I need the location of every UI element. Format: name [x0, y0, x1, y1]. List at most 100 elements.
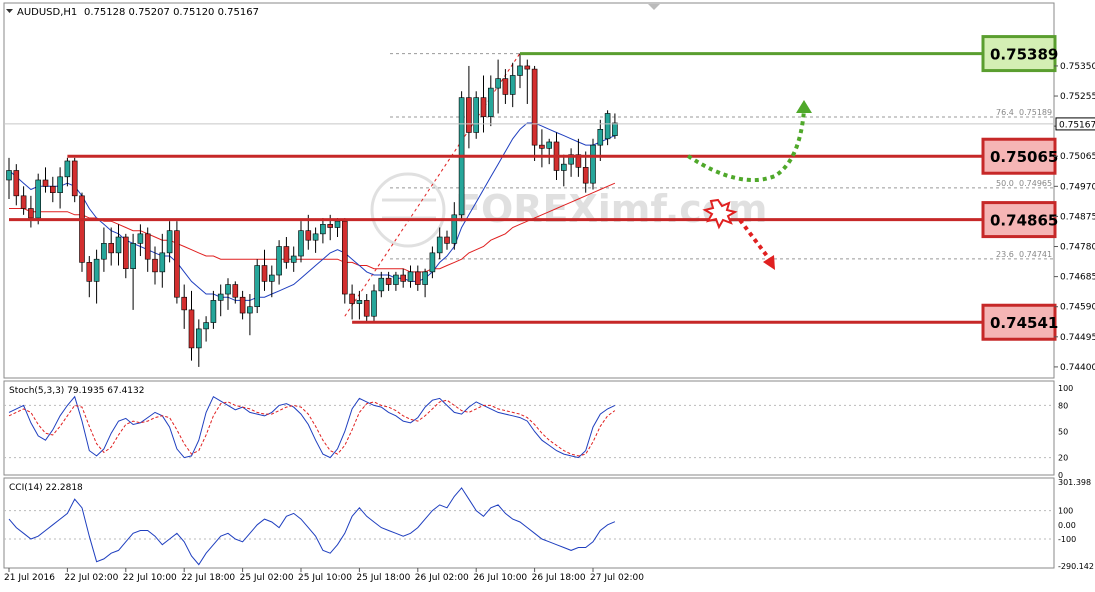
time-tick-label: 26 Jul 02:00 [415, 573, 469, 583]
candle-body [108, 243, 114, 254]
candle-body [166, 230, 173, 254]
candle-body [144, 233, 151, 260]
price-tick-label: 0.75065 [1060, 152, 1095, 162]
time-tick-label: 25 Jul 18:00 [356, 573, 410, 583]
candle-body [137, 233, 144, 244]
candle-body [590, 144, 596, 184]
candle-body [276, 246, 282, 276]
price-tick-label: 0.74875 [1060, 212, 1095, 222]
candle-body [298, 230, 304, 257]
chart-svg[interactable]: FOREXimf.com AUDUSD,H1 0.75128 0.75207 0… [0, 0, 1095, 588]
candle-body [312, 233, 319, 241]
level-label: 0.75065 [990, 148, 1058, 166]
candle-body [473, 97, 480, 133]
level-label: 0.74865 [990, 212, 1058, 230]
candle-body [174, 230, 180, 298]
candle-body [385, 277, 392, 285]
candle-body [254, 265, 260, 308]
candle-body [341, 220, 348, 295]
candle-body [130, 243, 136, 269]
candle-body [305, 230, 312, 241]
ohlc-values: 0.75128 0.75207 0.75120 0.75167 [84, 7, 259, 18]
cci-label: CCI(14) 22.2818 [9, 483, 83, 493]
candle-body [35, 179, 42, 219]
candle-body [378, 277, 385, 292]
stoch-tick-label: 20 [1058, 454, 1068, 463]
candle-body [93, 258, 100, 282]
fib-level-label: 23.6 [996, 250, 1014, 259]
cci-tick-label: -290.142 [1058, 562, 1094, 571]
fib-level-value: 0.74965 [1019, 179, 1052, 188]
candle-body [356, 300, 363, 304]
candle-body [502, 78, 509, 95]
candle-body [407, 271, 414, 282]
fib-level-label: 50.0 [996, 179, 1014, 188]
candle-body [517, 65, 523, 76]
candle-body [349, 293, 355, 304]
candle-body [612, 122, 618, 136]
time-tick-label: 22 Jul 18:00 [181, 573, 235, 583]
candle-body [597, 129, 604, 146]
candle-body [371, 290, 377, 317]
fib-level-value: 0.75189 [1019, 108, 1052, 117]
candle-body [152, 258, 158, 273]
time-tick-label: 26 Jul 10:00 [473, 573, 527, 583]
candle-body [268, 274, 275, 282]
candle-body [20, 195, 27, 209]
candle-body [64, 160, 71, 178]
candle-body [480, 97, 487, 117]
symbol-label: AUDUSD,H1 [17, 7, 77, 18]
stoch-label: Stoch(5,3,3) 79.1935 67.4132 [9, 386, 144, 396]
candle-body [71, 160, 78, 197]
candle-body [444, 236, 450, 244]
candle-body [429, 252, 436, 273]
candle [341, 218, 348, 304]
time-tick-label: 22 Jul 02:00 [64, 573, 118, 583]
candle-body [101, 243, 107, 260]
stoch-tick-label: 80 [1058, 401, 1068, 410]
time-tick-label: 25 Jul 02:00 [240, 573, 294, 583]
chart-window[interactable]: FOREXimf.com AUDUSD,H1 0.75128 0.75207 0… [0, 0, 1095, 588]
candle-body [86, 262, 93, 282]
candle-body [225, 284, 231, 295]
candle-body [57, 176, 63, 193]
candle-body [49, 186, 56, 193]
candle-body [539, 144, 545, 149]
candle-body [604, 113, 611, 140]
candle-body [334, 220, 341, 228]
time-tick-label: 26 Jul 18:00 [532, 573, 586, 583]
candle-body [320, 224, 326, 235]
candle-body [181, 296, 187, 311]
candle-body [196, 328, 202, 349]
candle-body [28, 208, 34, 219]
fib-level-label: 76.4 [996, 108, 1014, 117]
level-label: 0.75389 [990, 46, 1058, 64]
background [0, 0, 1095, 588]
candle-body [217, 293, 224, 301]
candle [590, 138, 596, 190]
candle-body [42, 179, 49, 187]
candle-body [239, 296, 246, 314]
price-tick-label: 0.74400 [1060, 363, 1095, 373]
candle [473, 91, 480, 139]
candle-body [509, 75, 516, 95]
time-tick-label: 22 Jul 10:00 [123, 573, 177, 583]
candle-body [210, 300, 217, 323]
candle-body [546, 141, 553, 149]
candle-body [283, 246, 290, 263]
candle-body [232, 284, 239, 298]
candle-body [414, 271, 421, 285]
candle [71, 157, 78, 203]
candle-body [466, 97, 472, 133]
candle [174, 221, 180, 304]
candle-body [393, 274, 399, 285]
candle-body [524, 65, 531, 70]
candle-body [531, 68, 538, 146]
candle-body [363, 300, 370, 317]
candle-body [327, 224, 334, 228]
candle [79, 192, 85, 272]
price-tick-label: 0.74495 [1060, 333, 1095, 343]
candle-body [290, 255, 297, 263]
candle-body [400, 274, 407, 282]
candle-body [495, 78, 501, 89]
